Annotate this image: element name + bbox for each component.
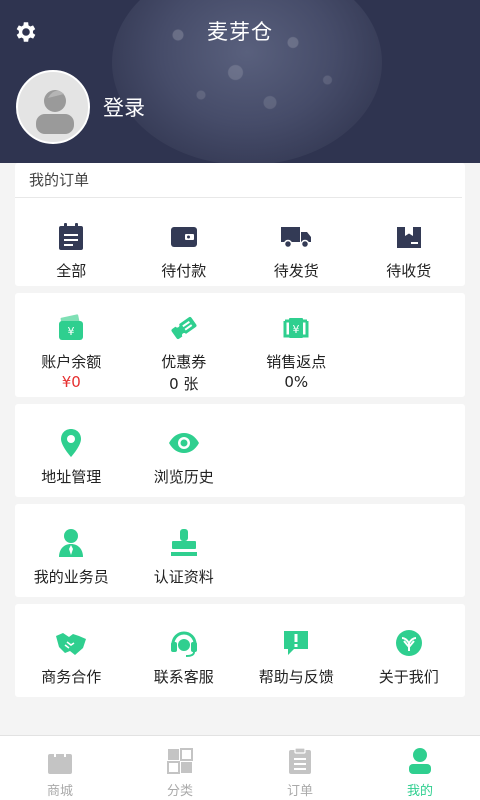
account-balance-label: 账户余额 — [41, 353, 102, 371]
order-pending-shipment-label: 待发货 — [273, 262, 319, 280]
shopping-bag-icon — [45, 746, 75, 776]
salesperson-icon — [54, 526, 88, 560]
business-cooperation-label: 商务合作 — [41, 668, 102, 686]
package-icon — [392, 220, 426, 254]
contact-support-label: 联系客服 — [153, 668, 214, 686]
order-list-icon — [285, 746, 315, 776]
tab-orders[interactable]: 订单 — [240, 736, 360, 800]
truck-icon — [279, 220, 313, 254]
coupons-label: 优惠券 — [161, 353, 207, 371]
contact-support-button[interactable]: 联系客服 — [128, 626, 241, 687]
profile-header: 麦芽仓 登录 — [0, 0, 480, 163]
order-pending-payment-label: 待付款 — [161, 262, 207, 280]
user-icon — [405, 746, 435, 776]
my-salesperson-label: 我的业务员 — [33, 568, 109, 586]
about-logo-icon — [392, 626, 426, 660]
help-feedback-label: 帮助与反馈 — [258, 668, 334, 686]
services-card: 地址管理 浏览历史 — [15, 404, 465, 497]
avatar[interactable] — [16, 70, 90, 144]
help-feedback-button[interactable]: 帮助与反馈 — [240, 626, 353, 687]
order-all-label: 全部 — [56, 262, 87, 280]
category-grid-icon — [165, 746, 195, 776]
tab-mine-label: 我的 — [406, 784, 433, 799]
handshake-icon — [54, 626, 88, 660]
clipboard-icon — [54, 220, 88, 254]
order-pending-receipt-button[interactable]: 待收货 — [353, 220, 466, 281]
certification-info-button[interactable]: 认证资料 — [128, 526, 241, 587]
support-card: 商务合作 联系客服 帮助与反馈 关于我们 — [15, 604, 465, 697]
profile-card: 我的业务员 认证资料 — [15, 504, 465, 597]
sales-rebate-button[interactable]: ¥ 销售返点 0% — [240, 311, 353, 394]
tab-mall-label: 商城 — [46, 784, 73, 799]
feedback-icon — [279, 626, 313, 660]
order-pending-payment-button[interactable]: 待付款 — [128, 220, 241, 281]
bottom-tab-bar: 商城 分类 订单 我的 — [0, 735, 480, 800]
location-pin-icon — [54, 426, 88, 460]
stamp-icon — [167, 526, 201, 560]
order-pending-shipment-button[interactable]: 待发货 — [240, 220, 353, 281]
wallet-icon — [167, 220, 201, 254]
about-us-label: 关于我们 — [378, 668, 439, 686]
tab-category[interactable]: 分类 — [120, 736, 240, 800]
account-balance-button[interactable]: ¥ 账户余额 ¥0 — [15, 311, 128, 394]
browsing-history-label: 浏览历史 — [153, 468, 214, 486]
order-all-button[interactable]: 全部 — [15, 220, 128, 281]
yen-wallet-icon: ¥ — [54, 311, 88, 345]
assets-card: ¥ 账户余额 ¥0 优惠券 0 张 ¥ 销售返点 0% — [15, 293, 465, 397]
ticket-icon — [167, 311, 201, 345]
orders-card: 我的订单 全部 待付款 待发货 待收货 — [15, 163, 465, 286]
coupons-button[interactable]: 优惠券 0 张 — [128, 311, 241, 394]
tab-orders-label: 订单 — [286, 784, 313, 799]
address-management-button[interactable]: 地址管理 — [15, 426, 128, 487]
tab-mine[interactable]: 我的 — [360, 736, 480, 800]
certification-info-label: 认证资料 — [153, 568, 214, 586]
my-salesperson-button[interactable]: 我的业务员 — [15, 526, 128, 587]
login-link[interactable]: 登录 — [103, 92, 145, 122]
svg-text:¥: ¥ — [293, 323, 300, 336]
account-balance-value: ¥0 — [61, 373, 81, 391]
headset-icon — [167, 626, 201, 660]
business-cooperation-button[interactable]: 商务合作 — [15, 626, 128, 687]
svg-text:¥: ¥ — [68, 325, 75, 338]
tab-mall[interactable]: 商城 — [0, 736, 120, 800]
about-us-button[interactable]: 关于我们 — [353, 626, 466, 687]
browsing-history-button[interactable]: 浏览历史 — [128, 426, 241, 487]
sales-rebate-label: 销售返点 — [266, 353, 327, 371]
order-pending-receipt-label: 待收货 — [386, 262, 432, 280]
orders-heading: 我的订单 — [15, 163, 462, 198]
sales-rebate-value: 0% — [284, 373, 309, 391]
default-avatar-icon — [36, 90, 74, 134]
rebate-icon: ¥ — [279, 311, 313, 345]
eye-icon — [167, 426, 201, 460]
app-title: 麦芽仓 — [207, 20, 273, 44]
address-management-label: 地址管理 — [41, 468, 102, 486]
coupons-value: 0 张 — [169, 375, 199, 393]
tab-category-label: 分类 — [166, 784, 193, 799]
